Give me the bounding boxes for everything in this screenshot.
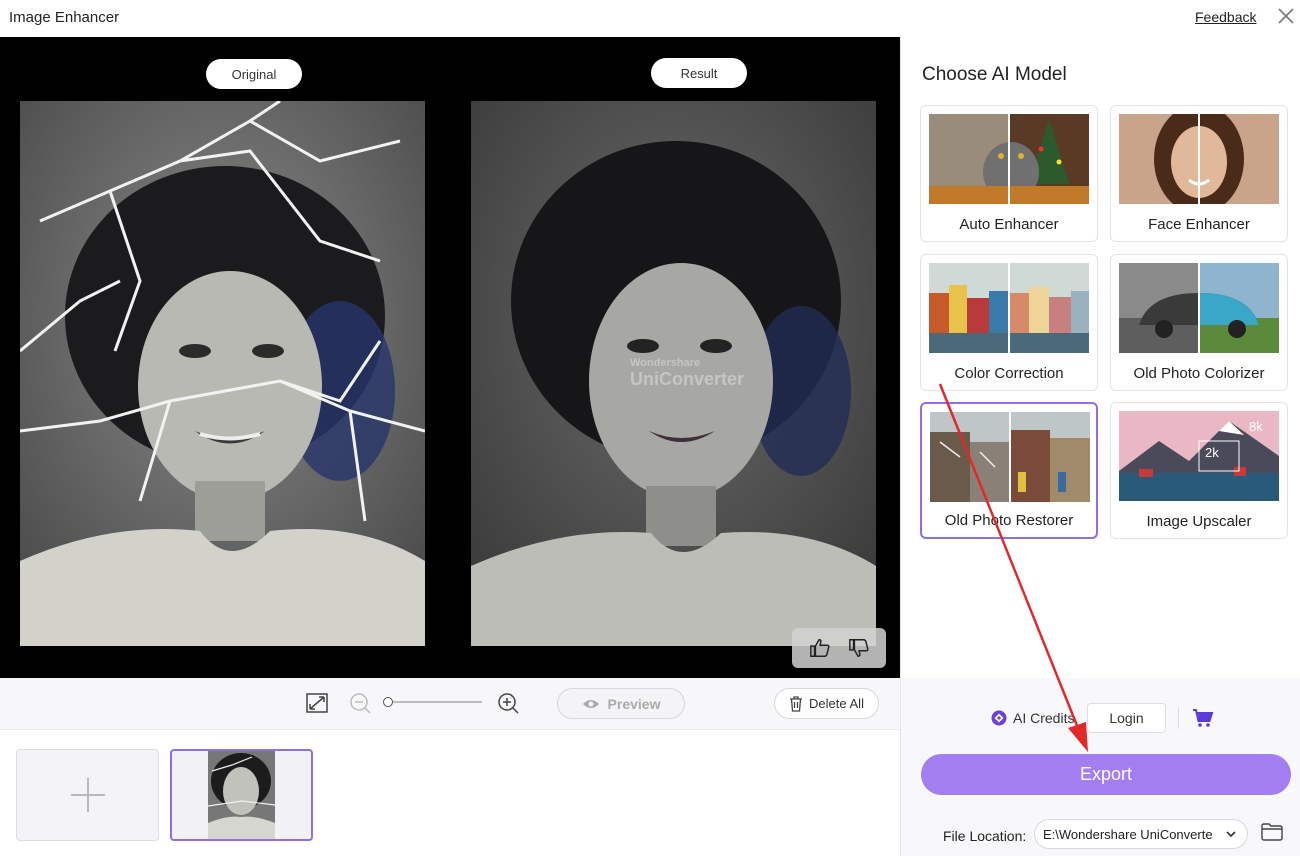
file-location-select[interactable]: E:\Wondershare UniConverte <box>1034 819 1248 849</box>
credits-icon <box>991 710 1007 726</box>
toolbar-divider <box>1178 707 1179 729</box>
title-bar: Image Enhancer Feedback <box>0 0 1300 37</box>
model-label: Auto Enhancer <box>959 216 1059 233</box>
model-card-color-correction[interactable]: Color Correction <box>920 254 1098 391</box>
close-icon[interactable] <box>1276 6 1296 26</box>
result-label: Result <box>651 58 747 88</box>
thumbs-down-icon[interactable] <box>845 634 873 662</box>
file-location-label: File Location: <box>943 828 1027 844</box>
original-label: Original <box>206 59 302 89</box>
model-label: Old Photo Restorer <box>944 512 1074 529</box>
eye-icon <box>582 699 599 708</box>
file-location-value: E:\Wondershare UniConverte <box>1043 826 1213 842</box>
zoom-out-icon[interactable] <box>349 692 371 714</box>
image-thumbnail[interactable] <box>170 749 313 841</box>
image-upscaler-thumbnail: 2k 8k <box>1119 411 1279 501</box>
model-label: Old Photo Colorizer <box>1133 365 1265 382</box>
ai-credits-label: AI Credits <box>1013 710 1075 726</box>
login-button[interactable]: Login <box>1087 703 1166 733</box>
old-photo-restorer-thumbnail <box>930 412 1090 502</box>
preview-button[interactable]: Preview <box>557 688 685 719</box>
watermark-product: UniConverter <box>630 369 745 389</box>
model-card-image-upscaler[interactable]: 2k 8k Image Upscaler <box>1110 402 1288 539</box>
rating-box <box>792 628 886 668</box>
folder-icon[interactable] <box>1261 823 1283 846</box>
delete-all-label: Delete All <box>809 696 864 711</box>
zoom-slider-track[interactable] <box>384 701 482 703</box>
preview-toolbar <box>0 678 900 730</box>
model-card-old-photo-restorer[interactable]: Old Photo Restorer <box>920 402 1098 539</box>
export-button[interactable]: Export <box>921 754 1291 795</box>
model-card-face-enhancer[interactable]: Face Enhancer <box>1110 105 1288 242</box>
app-title: Image Enhancer <box>9 9 120 26</box>
cart-icon[interactable] <box>1192 708 1214 733</box>
feedback-link[interactable]: Feedback <box>1195 9 1256 25</box>
zoom-slider-knob[interactable] <box>383 697 393 707</box>
thumbs-up-icon[interactable] <box>806 634 834 662</box>
add-image-button[interactable] <box>16 749 159 841</box>
upscale-8k-badge: 8k <box>1249 419 1263 434</box>
ai-credits[interactable]: AI Credits <box>991 710 1074 726</box>
zoom-in-icon[interactable] <box>497 692 519 714</box>
model-card-old-photo-colorizer[interactable]: Old Photo Colorizer <box>1110 254 1288 391</box>
chevron-down-icon <box>1225 828 1237 843</box>
watermark-brand: Wondershare <box>630 357 701 369</box>
auto-enhancer-thumbnail <box>929 114 1089 204</box>
model-label: Image Upscaler <box>1146 513 1252 530</box>
face-enhancer-thumbnail <box>1119 114 1279 204</box>
delete-all-button[interactable]: Delete All <box>774 688 879 719</box>
model-card-auto-enhancer[interactable]: Auto Enhancer <box>920 105 1098 242</box>
panel-title: Choose AI Model <box>922 64 1067 85</box>
plus-icon <box>70 778 105 812</box>
watermark: Wondershare UniConverter <box>600 357 760 397</box>
original-photo <box>20 101 425 646</box>
model-label: Face Enhancer <box>1148 216 1250 233</box>
color-correction-thumbnail <box>929 263 1089 353</box>
trash-icon <box>790 695 803 712</box>
fit-screen-icon[interactable] <box>306 693 328 713</box>
model-label: Color Correction <box>954 365 1064 382</box>
upscale-2k-badge: 2k <box>1205 445 1219 460</box>
preview-label: Preview <box>607 695 661 712</box>
old-photo-colorizer-thumbnail <box>1119 263 1279 353</box>
